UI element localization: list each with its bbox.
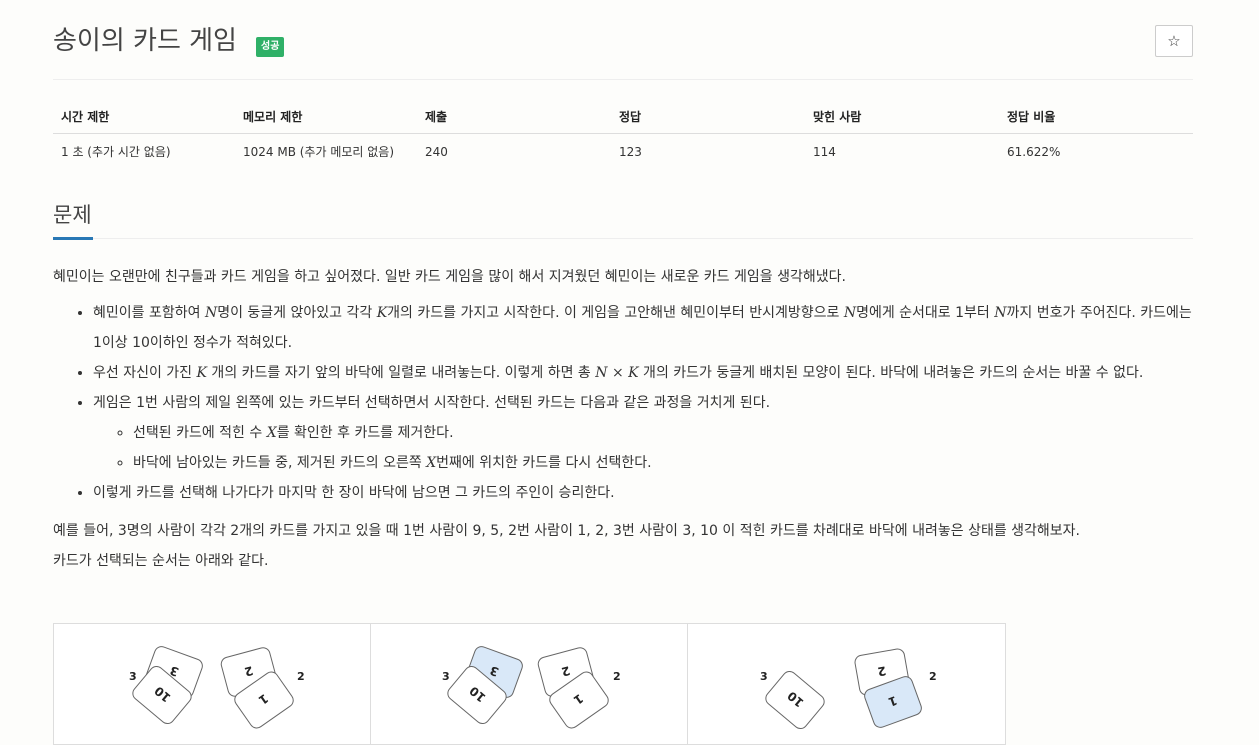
card-diagram: 3 2 10 2 1	[760, 648, 937, 730]
player-label: 3	[760, 670, 768, 683]
figure-step-2: 3 2 3 10 2 1	[371, 624, 688, 744]
math-var: N	[994, 305, 1007, 321]
col-time-limit: 시간 제한	[53, 101, 235, 134]
rules-list: 혜민이를 포함하여 N명이 둥글게 앉아있고 각각 K개의 카드를 가지고 시작…	[53, 298, 1198, 508]
accepted-value: 123	[619, 144, 642, 159]
star-icon: ☆	[1167, 32, 1181, 50]
player-label: 2	[929, 670, 937, 683]
rule-text: 를 확인한 후 카드를 제거한다.	[276, 425, 454, 441]
card-diagram: 3 2 3 10 2 1	[442, 646, 621, 729]
col-ratio: 정답 비율	[999, 101, 1193, 134]
example-figures: 3 2 3 10 2 1 3 2 3 10 2 1 3 2 10 2 1	[53, 623, 1006, 745]
table-header-row: 시간 제한 메모리 제한 제출 정답 맞힌 사람 정답 비율	[53, 101, 1193, 134]
rule-text: 번째에 위치한 카드를 다시 선택한다.	[436, 455, 652, 471]
problem-description: 혜민이는 오랜만에 친구들과 카드 게임을 하고 싶어졌다. 일반 카드 게임을…	[53, 262, 1198, 576]
list-item: 게임은 1번 사람의 제일 왼쪽에 있는 카드부터 선택하면서 시작한다. 선택…	[93, 388, 1198, 478]
rule-text: 혜민이를 포함하여	[93, 305, 205, 321]
example-text: 카드가 선택되는 순서는 아래와 같다.	[53, 553, 269, 569]
table-row: 1 초 (추가 시간 없음) 1024 MB (추가 메모리 없음) 240 1…	[53, 134, 1193, 170]
sub-rules-list: 선택된 카드에 적힌 수 X를 확인한 후 카드를 제거한다. 바닥에 남아있는…	[93, 418, 1198, 478]
section-underline	[53, 237, 93, 240]
math-var: K	[196, 365, 207, 381]
problem-title: 송이의 카드 게임	[53, 26, 237, 56]
submissions-value: 240	[425, 144, 448, 159]
list-item: 이렇게 카드를 선택해 나가다가 마지막 한 장이 바닥에 남으면 그 카드의 …	[93, 478, 1198, 508]
rule-text: 명에게 순서대로 1부터	[856, 305, 995, 321]
col-submissions: 제출	[417, 101, 611, 134]
math-var: K	[376, 305, 388, 321]
favorite-button[interactable]: ☆	[1155, 25, 1193, 57]
example-text: 예를 들어, 3명의 사람이 각각 2개의 카드를 가지고 있을 때 1번 사람…	[53, 523, 1081, 539]
math-var: N	[204, 305, 218, 321]
memory-limit-value: 1024 MB (추가 메모리 없음)	[243, 145, 395, 159]
figure-step-3: 3 2 10 2 1	[688, 624, 1005, 744]
solvers-value: 114	[813, 144, 836, 159]
rule-text: 개의 카드를 자기 앞의 바닥에 일렬로 내려놓는다. 이렇게 하면 총	[206, 365, 596, 381]
player-label: 3	[129, 670, 137, 683]
problem-info-table: 시간 제한 메모리 제한 제출 정답 맞힌 사람 정답 비율 1 초 (추가 시…	[53, 101, 1193, 169]
math-var: X	[266, 425, 277, 441]
list-item: 바닥에 남아있는 카드들 중, 제거된 카드의 오른쪽 X번째에 위치한 카드를…	[133, 448, 1198, 478]
math-var: X	[426, 455, 437, 471]
list-item: 우선 자신이 가진 K 개의 카드를 자기 앞의 바닥에 일렬로 내려놓는다. …	[93, 358, 1198, 388]
ratio-value: 61.622%	[1007, 144, 1061, 159]
status-badge: 성공	[256, 37, 285, 57]
col-accepted: 정답	[611, 101, 805, 134]
section-title: 문제	[53, 203, 92, 227]
example-paragraph: 예를 들어, 3명의 사람이 각각 2개의 카드를 가지고 있을 때 1번 사람…	[53, 516, 1198, 576]
time-limit-value: 1 초 (추가 시간 없음)	[61, 145, 171, 159]
rule-text: 우선 자신이 가진	[93, 365, 197, 381]
figure-step-1: 3 2 3 10 2 1	[54, 624, 371, 744]
list-item: 혜민이를 포함하여 N명이 둥글게 앉아있고 각각 K개의 카드를 가지고 시작…	[93, 298, 1198, 358]
card-diagram: 3 2 3 10 2 1	[129, 646, 305, 729]
rule-text: 게임은 1번 사람의 제일 왼쪽에 있는 카드부터 선택하면서 시작한다. 선택…	[93, 395, 771, 411]
rule-text: 명이 둥글게 앉아있고 각각	[217, 305, 377, 321]
problem-page: 송이의 카드 게임 성공 ☆ 시간 제한 메모리 제한 제출 정답 맞힌 사람 …	[0, 0, 1259, 745]
math-var: N	[843, 305, 857, 321]
col-memory-limit: 메모리 제한	[235, 101, 417, 134]
problem-header: 송이의 카드 게임 성공 ☆	[53, 24, 1193, 80]
player-label: 2	[613, 670, 621, 683]
col-solvers: 맞힌 사람	[805, 101, 999, 134]
rule-text: 바닥에 남아있는 카드들 중, 제거된 카드의 오른쪽	[133, 455, 427, 471]
rule-text: 개의 카드가 둥글게 배치된 모양이 된다. 바닥에 내려놓은 카드의 순서는 …	[638, 365, 1144, 381]
rule-text: 이렇게 카드를 선택해 나가다가 마지막 한 장이 바닥에 남으면 그 카드의 …	[93, 485, 615, 501]
player-label: 3	[442, 670, 450, 683]
intro-paragraph: 혜민이는 오랜만에 친구들과 카드 게임을 하고 싶어졌다. 일반 카드 게임을…	[53, 269, 846, 285]
section-header: 문제	[53, 201, 1193, 240]
list-item: 선택된 카드에 적힌 수 X를 확인한 후 카드를 제거한다.	[133, 418, 1198, 448]
rule-text: 개의 카드를 가지고 시작한다. 이 게임을 고안해낸 혜민이부터 반시계방향으…	[387, 305, 844, 321]
math-var: N × K	[595, 365, 639, 381]
player-label: 2	[297, 670, 305, 683]
rule-text: 선택된 카드에 적힌 수	[133, 425, 267, 441]
card: 10	[765, 670, 825, 730]
